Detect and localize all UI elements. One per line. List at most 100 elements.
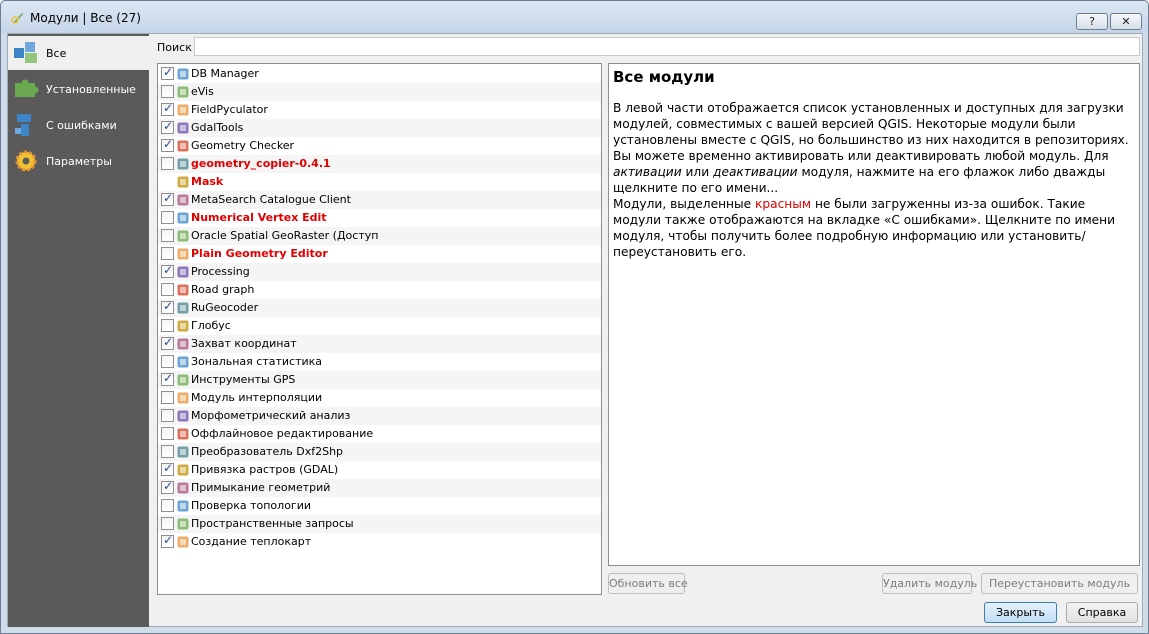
road-graph-icon xyxy=(177,284,189,296)
plugin-checkbox[interactable] xyxy=(161,191,174,206)
plugin-checkbox[interactable] xyxy=(161,445,174,458)
plugin-checkbox[interactable] xyxy=(161,427,174,440)
plugin-name: geometry_copier-0.4.1 xyxy=(191,157,331,170)
plugin-row[interactable]: Глобус xyxy=(158,317,601,335)
plugin-checkbox[interactable] xyxy=(161,409,174,422)
plugin-checkbox[interactable] xyxy=(161,335,174,350)
plugin-row[interactable]: Road graph xyxy=(158,281,601,299)
sidebar-item-broken[interactable]: С ошибками xyxy=(8,108,149,142)
plugin-row[interactable]: Морфометрический анализ xyxy=(158,407,601,425)
calculator-icon xyxy=(177,104,189,116)
plugin-checkbox[interactable] xyxy=(161,65,174,80)
plugin-checkbox[interactable] xyxy=(161,85,174,98)
plugin-checkbox[interactable] xyxy=(161,247,174,260)
puzzle-installed-icon xyxy=(15,79,39,97)
sidebar-item-settings[interactable]: Параметры xyxy=(8,144,149,178)
plugin-row[interactable]: Оффлайновое редактирование xyxy=(158,425,601,443)
puzzle-all-icon xyxy=(14,42,37,63)
plugin-row[interactable]: eVis xyxy=(158,83,601,101)
plugin-description-panel: Все модули В левой части отображается сп… xyxy=(608,63,1140,566)
globe-icon xyxy=(177,320,189,332)
plugin-checkbox[interactable] xyxy=(161,391,174,404)
plugin-name: eVis xyxy=(191,85,214,98)
plugin-name: Глобус xyxy=(191,319,231,332)
plugin-row[interactable]: MetaSearch Catalogue Client xyxy=(158,191,601,209)
plugin-row[interactable]: Инструменты GPS xyxy=(158,371,601,389)
plugin-name: Модуль интерполяции xyxy=(191,391,323,404)
qgis-logo-icon xyxy=(11,13,23,24)
sidebar-item-label: С ошибками xyxy=(46,119,117,132)
puzzle-icon xyxy=(177,158,189,170)
plugin-checkbox[interactable] xyxy=(161,499,174,512)
plugin-row[interactable]: Plain Geometry Editor xyxy=(158,245,601,263)
plugin-row[interactable]: GdalTools xyxy=(158,119,601,137)
plugin-row[interactable]: FieldPyculator xyxy=(158,101,601,119)
plugin-row[interactable]: DB Manager xyxy=(158,65,601,83)
plugin-checkbox[interactable] xyxy=(161,283,174,296)
sidebar-item-all[interactable]: Все xyxy=(8,36,149,70)
plugin-name: Привязка растров (GDAL) xyxy=(191,463,339,476)
uninstall-plugin-button[interactable]: Удалить модуль xyxy=(882,573,977,594)
plugin-checkbox[interactable] xyxy=(161,211,174,224)
upgrade-all-button[interactable]: Обновить все xyxy=(608,573,688,594)
plugin-row[interactable]: Geometry Checker xyxy=(158,137,601,155)
plugin-name: Создание теплокарт xyxy=(191,535,312,548)
offline-edit-icon xyxy=(177,428,189,440)
plugin-row[interactable]: RuGeocoder xyxy=(158,299,601,317)
plugin-checkbox[interactable] xyxy=(161,533,174,548)
plugin-checkbox[interactable] xyxy=(161,299,174,314)
window-help-button[interactable]: ? xyxy=(1076,13,1108,30)
plugin-checkbox[interactable] xyxy=(161,137,174,152)
sidebar-item-label: Параметры xyxy=(46,155,112,168)
processing-gear-icon xyxy=(177,266,189,278)
description-text: или xyxy=(681,165,714,179)
help-button[interactable]: Справка xyxy=(1066,602,1138,623)
database-icon xyxy=(177,68,189,80)
plugin-row[interactable]: Примыкание геометрий xyxy=(158,479,601,497)
plugin-row[interactable]: Пространственные запросы xyxy=(158,515,601,533)
plugin-row[interactable]: Зональная статистика xyxy=(158,353,601,371)
plugin-row[interactable]: Создание теплокарт xyxy=(158,533,601,551)
plugin-row[interactable]: geometry_copier-0.4.1 xyxy=(158,155,601,173)
plugin-name: Оффлайновое редактирование xyxy=(191,427,374,440)
plugin-name: Захват координат xyxy=(191,337,297,350)
title-bar[interactable]: Модули | Все (27) ? ✕ xyxy=(1,1,1148,33)
plugin-checkbox[interactable] xyxy=(161,517,174,530)
plugin-checkbox[interactable] xyxy=(161,479,174,494)
plugin-checkbox[interactable] xyxy=(161,263,174,278)
puzzle-broken-icon xyxy=(15,114,31,136)
plugin-checkbox[interactable] xyxy=(161,355,174,368)
sidebar-item-installed[interactable]: Установленные xyxy=(8,72,149,106)
plugin-checkbox[interactable] xyxy=(161,319,174,332)
plugin-row[interactable]: Привязка растров (GDAL) xyxy=(158,461,601,479)
plugin-name: Processing xyxy=(191,265,250,278)
morphometry-icon xyxy=(177,410,189,422)
plugin-row[interactable]: Mask xyxy=(158,173,601,191)
window-close-button[interactable]: ✕ xyxy=(1110,13,1142,30)
sidebar-item-label: Все xyxy=(46,47,67,60)
plugin-checkbox[interactable] xyxy=(161,101,174,116)
reinstall-plugin-button[interactable]: Переустановить модуль xyxy=(981,573,1138,594)
plugin-row[interactable]: Преобразователь Dxf2Shp xyxy=(158,443,601,461)
spatial-query-icon xyxy=(177,518,189,530)
plugin-name: Пространственные запросы xyxy=(191,517,354,530)
plugin-row[interactable]: Захват координат xyxy=(158,335,601,353)
plugin-checkbox[interactable] xyxy=(161,157,174,170)
plugin-name: Морфометрический анализ xyxy=(191,409,351,422)
zonal-stats-icon xyxy=(177,356,189,368)
plugin-row[interactable]: Processing xyxy=(158,263,601,281)
search-input[interactable] xyxy=(194,37,1140,56)
plugin-row[interactable]: Модуль интерполяции xyxy=(158,389,601,407)
plugin-row[interactable]: Numerical Vertex Edit xyxy=(158,209,601,227)
close-button[interactable]: Закрыть xyxy=(984,602,1057,623)
plugin-checkbox[interactable] xyxy=(161,371,174,386)
plugin-checkbox[interactable] xyxy=(161,229,174,242)
dxf-icon xyxy=(177,446,189,458)
plugin-checkbox[interactable] xyxy=(161,461,174,476)
plugin-checkbox[interactable] xyxy=(161,119,174,134)
plugin-name: Oracle Spatial GeoRaster (Доступ xyxy=(191,229,379,242)
plugin-list[interactable]: DB Manager eVis FieldPyculator GdalTools Geo… xyxy=(157,63,602,595)
plugin-name: DB Manager xyxy=(191,67,259,80)
plugin-row[interactable]: Проверка топологии xyxy=(158,497,601,515)
plugin-row[interactable]: Oracle Spatial GeoRaster (Доступ xyxy=(158,227,601,245)
